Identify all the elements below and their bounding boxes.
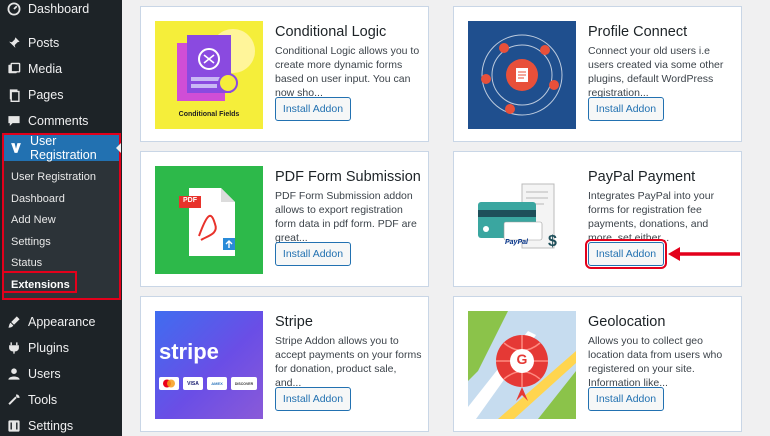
addon-description: Connect your old users i.e users created… bbox=[588, 45, 724, 99]
wrench-icon bbox=[7, 393, 21, 407]
menu-label: User Registration bbox=[30, 134, 97, 162]
menu-plugins[interactable]: Plugins bbox=[0, 335, 122, 361]
menu-label: Pages bbox=[28, 88, 64, 102]
addon-card-geolocation: G Geolocation Allows you to collect geo … bbox=[453, 296, 742, 432]
menu-posts[interactable]: Posts bbox=[0, 30, 122, 56]
menu-appearance[interactable]: Appearance bbox=[0, 309, 122, 335]
install-addon-button[interactable]: Install Addon bbox=[275, 387, 351, 411]
install-addon-button[interactable]: Install Addon bbox=[275, 242, 351, 266]
addon-title: Conditional Logic bbox=[275, 24, 387, 40]
menu-label: Dashboard bbox=[28, 2, 90, 16]
addon-description: Conditional Logic allows you to create m… bbox=[275, 45, 420, 99]
extensions-highlight bbox=[2, 271, 77, 293]
install-addon-button[interactable]: Install Addon bbox=[275, 97, 351, 121]
submenu-add-new[interactable]: Add New bbox=[11, 214, 56, 226]
thumb-caption: Conditional Fields bbox=[178, 111, 240, 118]
menu-label: Comments bbox=[28, 114, 89, 128]
menu-label: Users bbox=[28, 367, 61, 381]
addon-title: Profile Connect bbox=[588, 24, 688, 40]
addon-description: PDF Form Submission addon allows to expo… bbox=[275, 190, 417, 244]
addon-card-paypal-payment: $ PayPal PayPal Payment Integrates PayPa… bbox=[453, 151, 742, 287]
menu-label: Posts bbox=[28, 36, 60, 50]
install-addon-button[interactable]: Install Addon bbox=[588, 387, 664, 411]
geo-pin-letter: G bbox=[516, 351, 528, 367]
menu-label: Settings bbox=[28, 419, 74, 433]
submenu-status[interactable]: Status bbox=[11, 257, 42, 269]
pdf-badge: PDF bbox=[183, 197, 197, 204]
plug-icon bbox=[7, 341, 21, 355]
pages-icon bbox=[7, 88, 21, 102]
paypal-logo-text: PayPal bbox=[505, 239, 528, 246]
submenu-dashboard[interactable]: Dashboard bbox=[11, 193, 65, 205]
users-icon bbox=[7, 367, 21, 381]
addon-title: Stripe bbox=[275, 314, 313, 330]
mastercard-icon bbox=[159, 377, 179, 390]
addon-description: Stripe Addon allows you to accept paymen… bbox=[275, 335, 422, 389]
settings-icon bbox=[7, 419, 21, 433]
addon-title: Geolocation bbox=[588, 314, 666, 330]
dashboard-icon bbox=[7, 2, 21, 16]
menu-media[interactable]: Media bbox=[0, 56, 122, 82]
menu-comments[interactable]: Comments bbox=[0, 108, 122, 134]
install-addon-button[interactable]: Install Addon bbox=[588, 97, 664, 121]
stripe-wordmark: stripe bbox=[159, 339, 219, 364]
menu-user-registration[interactable]: User Registration bbox=[4, 134, 121, 162]
addon-description: Allows you to collect geo location data … bbox=[588, 335, 723, 389]
addon-card-stripe: stripe VISA AMEX DISCOVER Stripe Stripe … bbox=[140, 296, 429, 432]
amex-card: AMEX bbox=[207, 377, 227, 390]
paypal-payment-thumbnail: $ PayPal bbox=[468, 166, 576, 274]
stripe-thumbnail: stripe VISA AMEX DISCOVER bbox=[155, 311, 263, 419]
menu-label: Tools bbox=[28, 393, 58, 407]
media-icon bbox=[7, 62, 21, 76]
geolocation-thumbnail: G bbox=[468, 311, 576, 419]
menu-dashboard[interactable]: Dashboard bbox=[0, 0, 122, 22]
submenu-user-registration[interactable]: User Registration bbox=[11, 171, 96, 183]
menu-label: Media bbox=[28, 62, 63, 76]
pdf-form-thumbnail: PDF bbox=[155, 166, 263, 274]
install-addon-button[interactable]: Install Addon bbox=[585, 239, 667, 269]
pin-icon bbox=[7, 36, 21, 50]
visa-card: VISA bbox=[183, 377, 203, 390]
red-arrow-annotation bbox=[668, 247, 740, 261]
addon-card-pdf-form-submission: PDF PDF Form Submission PDF Form Submiss… bbox=[140, 151, 429, 287]
addon-title: PDF Form Submission bbox=[275, 169, 421, 185]
menu-label: Plugins bbox=[28, 341, 69, 355]
menu-label: Appearance bbox=[28, 315, 96, 329]
comment-icon bbox=[7, 114, 21, 128]
conditional-logic-thumbnail: Conditional Fields bbox=[155, 21, 263, 129]
menu-tools[interactable]: Tools bbox=[0, 387, 122, 413]
menu-users[interactable]: Users bbox=[0, 361, 122, 387]
user-registration-icon bbox=[9, 141, 23, 155]
profile-connect-thumbnail bbox=[468, 21, 576, 129]
discover-card: DISCOVER bbox=[231, 377, 257, 390]
brush-icon bbox=[7, 315, 21, 329]
svg-text:$: $ bbox=[548, 233, 557, 250]
menu-settings[interactable]: Settings bbox=[0, 413, 122, 436]
addon-card-conditional-logic: Conditional Fields Conditional Logic Con… bbox=[140, 6, 429, 142]
addon-card-profile-connect: Profile Connect Connect your old users i… bbox=[453, 6, 742, 142]
addon-title: PayPal Payment bbox=[588, 169, 696, 185]
current-menu-arrow bbox=[116, 143, 121, 153]
menu-pages[interactable]: Pages bbox=[0, 82, 122, 108]
addon-description: Integrates PayPal into your forms for re… bbox=[588, 190, 715, 244]
submenu-settings[interactable]: Settings bbox=[11, 236, 51, 248]
admin-sidebar: Dashboard Posts Media Pages Comments Use… bbox=[0, 0, 122, 436]
